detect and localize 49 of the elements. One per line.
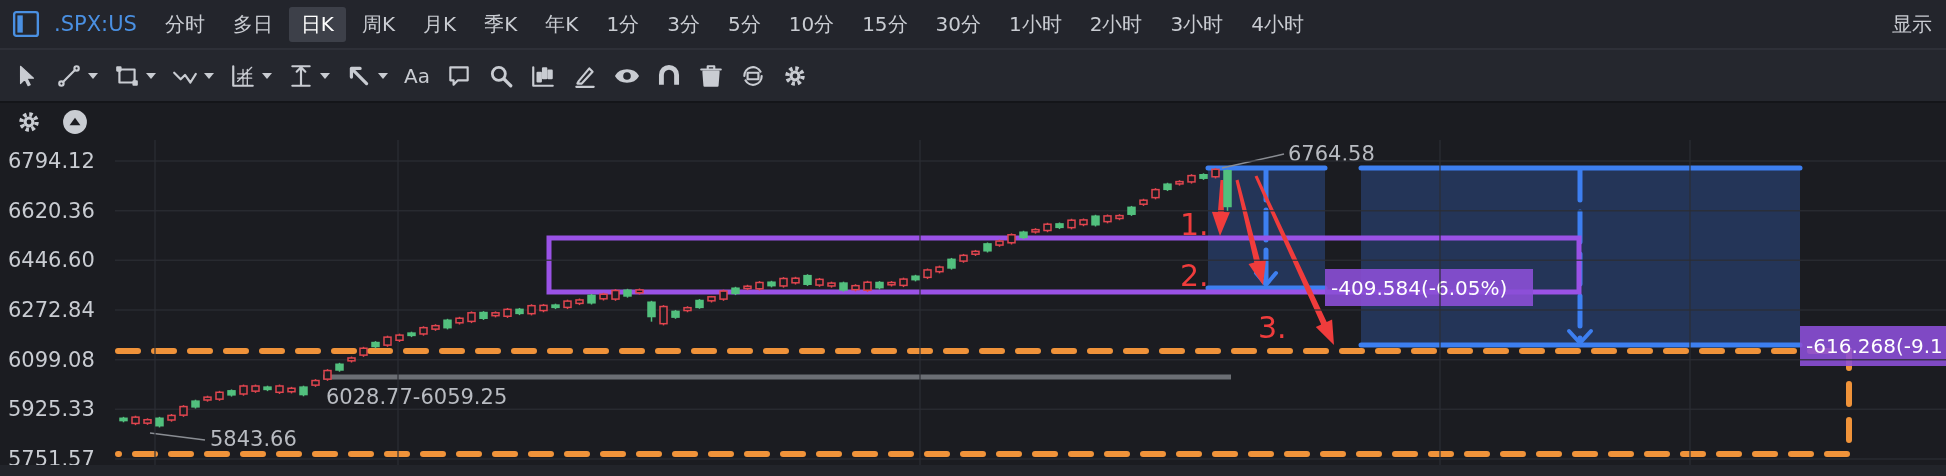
measure-label: -409.584(-6.05%) xyxy=(1325,269,1533,306)
text-tool-button[interactable]: Aa xyxy=(404,63,430,88)
price-annotation: 5843.66 xyxy=(210,427,297,451)
period-tab[interactable]: 日K xyxy=(288,6,346,42)
period-tab[interactable]: 分时 xyxy=(152,6,217,42)
panel-icon[interactable] xyxy=(12,10,40,38)
period-tab[interactable]: 年K xyxy=(533,6,591,42)
measure-label: -616.268(-9.1 xyxy=(1800,326,1946,366)
step-number: 2. xyxy=(1180,258,1209,293)
period-tab[interactable]: 3分 xyxy=(655,6,712,42)
period-tab[interactable]: 5分 xyxy=(715,6,773,42)
period-tab[interactable]: 周K xyxy=(349,6,408,42)
period-tab[interactable]: 1小时 xyxy=(997,6,1074,42)
line-tool-icon[interactable] xyxy=(56,62,82,89)
grid-chart-icon[interactable] xyxy=(230,62,256,89)
price-annotation: 6764.58 xyxy=(1288,142,1375,166)
period-tab[interactable]: 季K xyxy=(472,6,530,42)
period-tab[interactable]: 15分 xyxy=(850,6,920,42)
step-number: 1. xyxy=(1180,207,1209,242)
display-button[interactable]: 显示 xyxy=(1892,6,1932,42)
period-tab[interactable]: 2小时 xyxy=(1077,6,1155,42)
caret-icon[interactable] xyxy=(146,72,156,79)
price-axis-label: 5925.33 xyxy=(8,397,95,422)
candlestick xyxy=(659,304,668,327)
price-axis-label: 6794.12 xyxy=(8,149,95,173)
trash-icon[interactable] xyxy=(697,62,724,89)
price-axis-label: 6446.60 xyxy=(8,248,95,273)
period-tab[interactable]: 1分 xyxy=(594,6,652,42)
ticker-symbol: .SPX:US xyxy=(54,12,137,36)
annotation-arrow xyxy=(1211,179,1230,236)
leader-line xyxy=(1221,153,1285,169)
period-tab[interactable]: 3小时 xyxy=(1158,6,1236,42)
leader-line xyxy=(149,432,206,441)
price-axis-label: 6272.84 xyxy=(8,298,95,322)
caret-icon[interactable] xyxy=(320,72,330,79)
period-tab[interactable]: 4小时 xyxy=(1239,6,1316,42)
price-annotation: 6028.77-6059.25 xyxy=(326,385,508,409)
measure-icon[interactable] xyxy=(288,62,314,89)
step-number: 3. xyxy=(1258,310,1287,345)
caret-icon[interactable] xyxy=(262,72,272,79)
period-tab[interactable]: 10分 xyxy=(776,6,847,42)
period-tab[interactable]: 30分 xyxy=(923,6,994,42)
price-axis-label: 6620.36 xyxy=(8,198,95,223)
caret-icon[interactable] xyxy=(204,72,214,79)
caret-icon[interactable] xyxy=(88,72,98,79)
period-tab[interactable]: 多日 xyxy=(220,6,285,42)
price-axis-label: 6099.08 xyxy=(8,347,95,372)
caret-icon[interactable] xyxy=(378,72,388,79)
period-tab[interactable]: 月K xyxy=(411,6,469,42)
